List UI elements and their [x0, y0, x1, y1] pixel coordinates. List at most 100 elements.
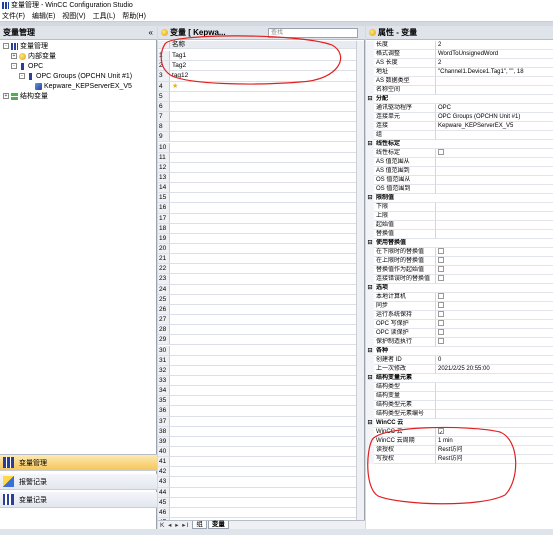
table-row[interactable]: 34	[158, 386, 356, 397]
nav-button-0[interactable]: 变量管理	[0, 455, 157, 471]
tree-expander-icon[interactable]: -	[3, 43, 9, 49]
tag-name-cell[interactable]	[170, 163, 172, 172]
property-value[interactable]	[436, 266, 553, 275]
table-row[interactable]: 16	[158, 203, 356, 214]
table-row[interactable]: 20	[158, 244, 356, 255]
tag-name-cell[interactable]	[170, 234, 172, 243]
property-value[interactable]	[436, 401, 553, 410]
table-row[interactable]: 24	[158, 284, 356, 295]
property-section[interactable]: ⊟ 限制值	[366, 194, 553, 203]
tab-nav-arrows[interactable]: K ◂ ▸ ▸I	[160, 521, 189, 529]
section-collapse-icon[interactable]: ⊟	[366, 239, 374, 248]
property-value[interactable]: 0	[436, 356, 553, 365]
property-value[interactable]	[436, 158, 553, 167]
property-value[interactable]	[436, 392, 553, 401]
tree-expander-icon[interactable]: -	[19, 73, 25, 79]
property-row[interactable]: OPC 读保护	[366, 329, 553, 338]
property-row[interactable]: 长度 2	[366, 41, 553, 50]
property-value[interactable]	[436, 185, 553, 194]
table-row[interactable]: 45	[158, 497, 356, 508]
table-row[interactable]: 31	[158, 355, 356, 366]
table-row[interactable]: 8	[158, 122, 356, 133]
table-row[interactable]: 7	[158, 112, 356, 123]
table-row[interactable]: 30	[158, 345, 356, 356]
table-row[interactable]: 40	[158, 447, 356, 458]
section-collapse-icon[interactable]: ⊟	[366, 284, 374, 293]
tag-name-cell[interactable]	[170, 427, 172, 436]
property-checkbox[interactable]	[438, 311, 444, 318]
property-row[interactable]: 上一次修改 2021/2/25 20:55:00	[366, 365, 553, 374]
table-row[interactable]: 46	[158, 507, 356, 519]
property-checkbox[interactable]	[438, 329, 444, 336]
property-section[interactable]: ⊟ 使用替换值	[366, 239, 553, 248]
property-value[interactable]: "Channel1.Device1.Tag1", "", 18	[436, 68, 553, 77]
table-row[interactable]: 32	[158, 365, 356, 376]
tag-name-cell[interactable]	[170, 112, 172, 121]
property-checkbox[interactable]	[438, 149, 444, 156]
section-collapse-icon[interactable]: ⊟	[366, 194, 374, 203]
property-row[interactable]: 连接单元 OPC Groups (OPCHN Unit #1)	[366, 113, 553, 122]
table-row[interactable]: 43	[158, 477, 356, 488]
tag-name-cell[interactable]	[170, 457, 172, 466]
property-row[interactable]: 结构变量	[366, 392, 553, 401]
tag-name-cell[interactable]	[170, 295, 172, 304]
property-row[interactable]: 起始值	[366, 221, 553, 230]
table-row[interactable]: 15	[158, 193, 356, 204]
property-row[interactable]: 保护制造执行	[366, 338, 553, 347]
section-collapse-icon[interactable]: ⊟	[366, 347, 374, 356]
tag-name-cell[interactable]	[170, 437, 172, 446]
table-row[interactable]: 4 ★	[158, 81, 356, 92]
tag-name-cell[interactable]	[170, 406, 172, 415]
table-row[interactable]: 5	[158, 91, 356, 102]
property-section[interactable]: ⊟ 线性标定	[366, 140, 553, 149]
table-row[interactable]: 22	[158, 264, 356, 275]
tag-name-cell[interactable]	[170, 366, 172, 375]
property-value[interactable]: ✓	[436, 428, 553, 437]
property-section[interactable]: ⊟ 选项	[366, 284, 553, 293]
property-row[interactable]: 结构类型元素	[366, 401, 553, 410]
section-collapse-icon[interactable]: ⊟	[366, 419, 374, 428]
menu-item-2[interactable]: 视图(V)	[62, 11, 85, 21]
table-row[interactable]: 6	[158, 101, 356, 113]
tag-name-cell[interactable]	[170, 132, 172, 141]
section-collapse-icon[interactable]: ⊟	[366, 95, 374, 104]
tab-groups[interactable]: 组	[192, 521, 207, 529]
property-value[interactable]: 2	[436, 41, 553, 50]
property-row[interactable]: 在上限时的替换值	[366, 257, 553, 266]
property-value[interactable]	[436, 221, 553, 230]
tag-name-cell[interactable]	[170, 92, 172, 101]
section-collapse-icon[interactable]: ⊟	[366, 374, 374, 383]
table-row[interactable]: 41	[158, 457, 356, 468]
property-row[interactable]: 上限	[366, 212, 553, 221]
tag-name-cell[interactable]	[170, 396, 172, 405]
tag-name-cell[interactable]	[170, 173, 172, 182]
tag-name-cell[interactable]	[170, 417, 172, 426]
property-value[interactable]	[436, 302, 553, 311]
table-row[interactable]: 10	[158, 142, 356, 153]
property-value[interactable]	[436, 203, 553, 212]
table-row[interactable]: 17	[158, 213, 356, 224]
table-row[interactable]: 19	[158, 233, 356, 244]
column-header-name[interactable]: 名称	[170, 41, 185, 48]
property-checkbox[interactable]	[438, 320, 444, 327]
property-row[interactable]: WinCC 云周期 1 min	[366, 437, 553, 446]
menu-item-3[interactable]: 工具(L)	[93, 11, 116, 21]
menu-item-1[interactable]: 编辑(E)	[32, 11, 55, 21]
property-value[interactable]	[436, 338, 553, 347]
property-value[interactable]	[436, 230, 553, 239]
property-row[interactable]: 替换值	[366, 230, 553, 239]
property-value[interactable]	[436, 77, 553, 86]
property-row[interactable]: 结构类型	[366, 383, 553, 392]
vertical-scrollbar[interactable]	[356, 41, 364, 520]
table-row[interactable]: 36	[158, 406, 356, 417]
menu-item-0[interactable]: 文件(F)	[2, 11, 25, 21]
property-value[interactable]	[436, 320, 553, 329]
property-value[interactable]	[436, 257, 553, 266]
property-row[interactable]: 连接错误时的替换值	[366, 275, 553, 284]
tab-variables[interactable]: 变量	[207, 521, 229, 529]
property-section[interactable]: ⊟ 分配	[366, 95, 553, 104]
table-row[interactable]: 44	[158, 487, 356, 498]
tag-name-cell[interactable]: Tag2	[170, 61, 186, 70]
property-value[interactable]	[436, 293, 553, 302]
property-value[interactable]: 1 min	[436, 437, 553, 446]
